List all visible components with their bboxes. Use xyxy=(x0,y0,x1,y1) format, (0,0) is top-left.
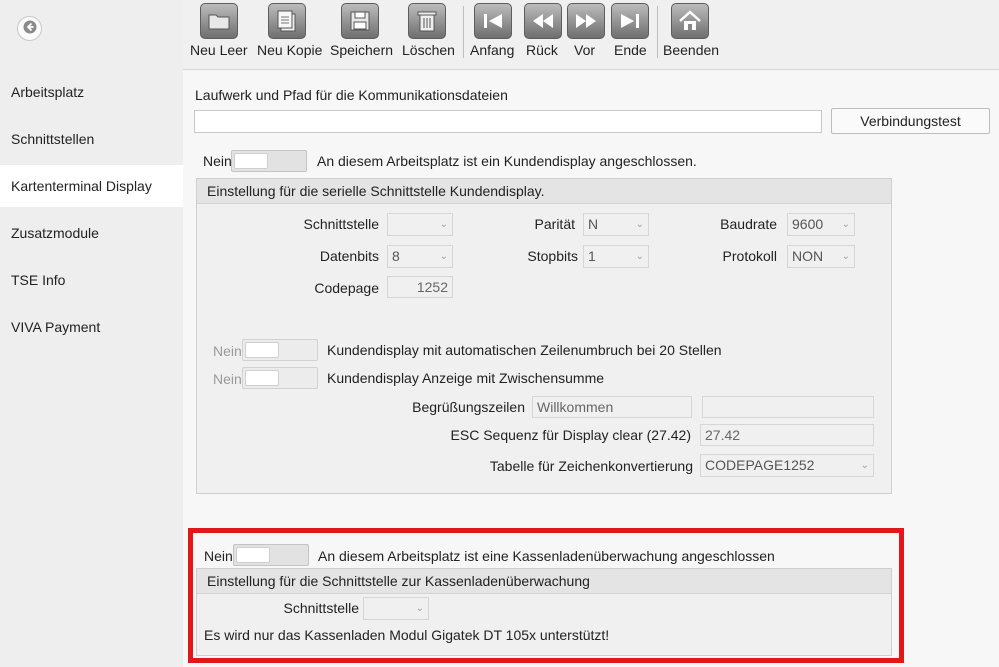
comm-path-input[interactable] xyxy=(194,110,822,133)
rewind-icon xyxy=(524,3,562,39)
first-record-label: Anfang xyxy=(470,42,515,58)
save-button[interactable]: Speichern xyxy=(327,0,395,66)
word-wrap-toggle[interactable] xyxy=(242,339,318,361)
arrow-left-icon xyxy=(23,20,37,37)
customer-display-settings-group: Einstellung für die serielle Schnittstel… xyxy=(196,178,892,494)
cash-drawer-group-title: Einstellung für die Schnittstelle zur Ka… xyxy=(197,569,891,594)
greeting-lines-label: Begrüßungszeilen xyxy=(412,399,525,415)
delete-button[interactable]: Löschen xyxy=(399,0,457,66)
sidebar-item-tse-info[interactable]: TSE Info xyxy=(0,259,183,301)
paritaet-label: Parität xyxy=(534,216,575,232)
home-icon xyxy=(671,3,709,39)
sidebar-item-zusatzmodule[interactable]: Zusatzmodule xyxy=(0,212,183,254)
comm-path-label: Laufwerk und Pfad für die Kommunikations… xyxy=(195,87,508,103)
skip-last-icon xyxy=(611,3,649,39)
stopbits-select[interactable]: 1 ⌄ xyxy=(583,245,649,268)
next-record-button[interactable]: Vor xyxy=(567,0,605,66)
baudrate-label: Baudrate xyxy=(720,216,777,232)
chevron-down-icon: ⌄ xyxy=(841,219,850,230)
datenbits-select[interactable]: 8 ⌄ xyxy=(387,245,453,268)
chevron-down-icon: ⌄ xyxy=(439,219,448,230)
exit-button[interactable]: Beenden xyxy=(661,0,721,66)
save-label: Speichern xyxy=(330,42,394,58)
new-empty-button[interactable]: Neu Leer xyxy=(187,0,249,66)
cash-drawer-info-text: Es wird nur das Kassenladen Modul Gigate… xyxy=(204,627,610,643)
trash-icon xyxy=(408,3,446,39)
customer-display-toggle-state: Nein xyxy=(203,153,232,169)
chevron-down-icon: ⌄ xyxy=(635,219,644,230)
codepage-label: Codepage xyxy=(314,280,379,296)
chevron-down-icon: ⌄ xyxy=(860,460,869,471)
subtotal-toggle-state: Nein xyxy=(213,371,242,387)
toolbar-separator xyxy=(657,6,658,58)
codepage-input[interactable]: 1252 xyxy=(387,276,453,298)
schnittstelle-select[interactable]: ⌄ xyxy=(387,213,453,236)
chevron-down-icon: ⌄ xyxy=(841,251,850,262)
esc-sequence-label: ESC Sequenz für Display clear (27.42) xyxy=(450,427,691,443)
exit-label: Beenden xyxy=(663,42,720,58)
folder-icon xyxy=(200,3,238,39)
cash-drawer-toggle-text: An diesem Arbeitsplatz ist eine Kassenla… xyxy=(318,548,775,564)
word-wrap-toggle-state: Nein xyxy=(213,343,242,359)
customer-display-toggle[interactable] xyxy=(231,150,307,172)
floppy-disk-icon xyxy=(341,3,379,39)
cash-drawer-schnittstelle-select[interactable]: ⌄ xyxy=(363,597,429,620)
word-wrap-toggle-text: Kundendisplay mit automatischen Zeilenum… xyxy=(327,342,722,358)
protokoll-select[interactable]: NON ⌄ xyxy=(787,245,855,268)
schnittstelle-label: Schnittstelle xyxy=(303,216,379,232)
last-record-label: Ende xyxy=(614,42,647,58)
chevron-down-icon: ⌄ xyxy=(439,251,448,262)
main-area: Neu Leer Neu Kopie Speichern Löschen Anf… xyxy=(183,0,999,667)
char-conversion-label: Tabelle für Zeichenkonvertierung xyxy=(489,458,693,474)
connection-test-button[interactable]: Verbindungstest xyxy=(831,108,990,134)
previous-record-label: Rück xyxy=(526,42,558,58)
cash-drawer-toggle[interactable] xyxy=(233,544,309,566)
greeting-line-1-input[interactable]: Willkommen xyxy=(532,396,692,418)
cash-drawer-highlight-box: Nein An diesem Arbeitsplatz ist eine Kas… xyxy=(188,528,904,663)
last-record-button[interactable]: Ende xyxy=(609,0,651,66)
sidebar-item-schnittstellen[interactable]: Schnittstellen xyxy=(0,118,183,160)
stopbits-label: Stopbits xyxy=(527,248,578,264)
skip-first-icon xyxy=(474,3,512,39)
new-empty-label: Neu Leer xyxy=(190,42,248,58)
sidebar: Arbeitsplatz Schnittstellen Kartentermin… xyxy=(0,0,183,667)
cash-drawer-toggle-state: Nein xyxy=(204,548,233,564)
next-record-label: Vor xyxy=(574,42,596,58)
back-button[interactable] xyxy=(17,16,42,41)
customer-display-group-title: Einstellung für die serielle Schnittstel… xyxy=(197,179,891,204)
toolbar: Neu Leer Neu Kopie Speichern Löschen Anf… xyxy=(183,0,999,70)
customer-display-toggle-text: An diesem Arbeitsplatz ist ein Kundendis… xyxy=(317,153,697,169)
toolbar-separator xyxy=(463,6,464,58)
protokoll-label: Protokoll xyxy=(722,248,777,264)
sidebar-item-viva-payment[interactable]: VIVA Payment xyxy=(0,306,183,348)
new-copy-label: Neu Kopie xyxy=(257,42,323,58)
document-copy-icon xyxy=(268,3,306,39)
new-copy-button[interactable]: Neu Kopie xyxy=(255,0,323,66)
sidebar-item-arbeitsplatz[interactable]: Arbeitsplatz xyxy=(0,71,183,113)
paritaet-select[interactable]: N ⌄ xyxy=(583,213,649,236)
cash-drawer-settings-group: Einstellung für die Schnittstelle zur Ka… xyxy=(196,568,892,656)
chevron-down-icon: ⌄ xyxy=(415,603,424,614)
greeting-line-2-input[interactable] xyxy=(702,396,874,418)
cash-drawer-schnittstelle-label: Schnittstelle xyxy=(283,600,359,616)
previous-record-button[interactable]: Rück xyxy=(523,0,563,66)
chevron-down-icon: ⌄ xyxy=(635,251,644,262)
esc-sequence-input[interactable]: 27.42 xyxy=(700,424,874,446)
settings-panel: Laufwerk und Pfad für die Kommunikations… xyxy=(183,70,999,667)
baudrate-select[interactable]: 9600 ⌄ xyxy=(787,213,855,236)
sidebar-item-kartenterminal-display[interactable]: Kartenterminal Display xyxy=(0,165,183,207)
first-record-button[interactable]: Anfang xyxy=(467,0,519,66)
subtotal-toggle-text: Kundendisplay Anzeige mit Zwischensumme xyxy=(327,370,605,386)
delete-label: Löschen xyxy=(402,42,455,58)
subtotal-toggle[interactable] xyxy=(242,367,318,389)
fast-forward-icon xyxy=(567,3,605,39)
datenbits-label: Datenbits xyxy=(319,248,379,264)
char-conversion-select[interactable]: CODEPAGE1252 ⌄ xyxy=(700,454,874,477)
